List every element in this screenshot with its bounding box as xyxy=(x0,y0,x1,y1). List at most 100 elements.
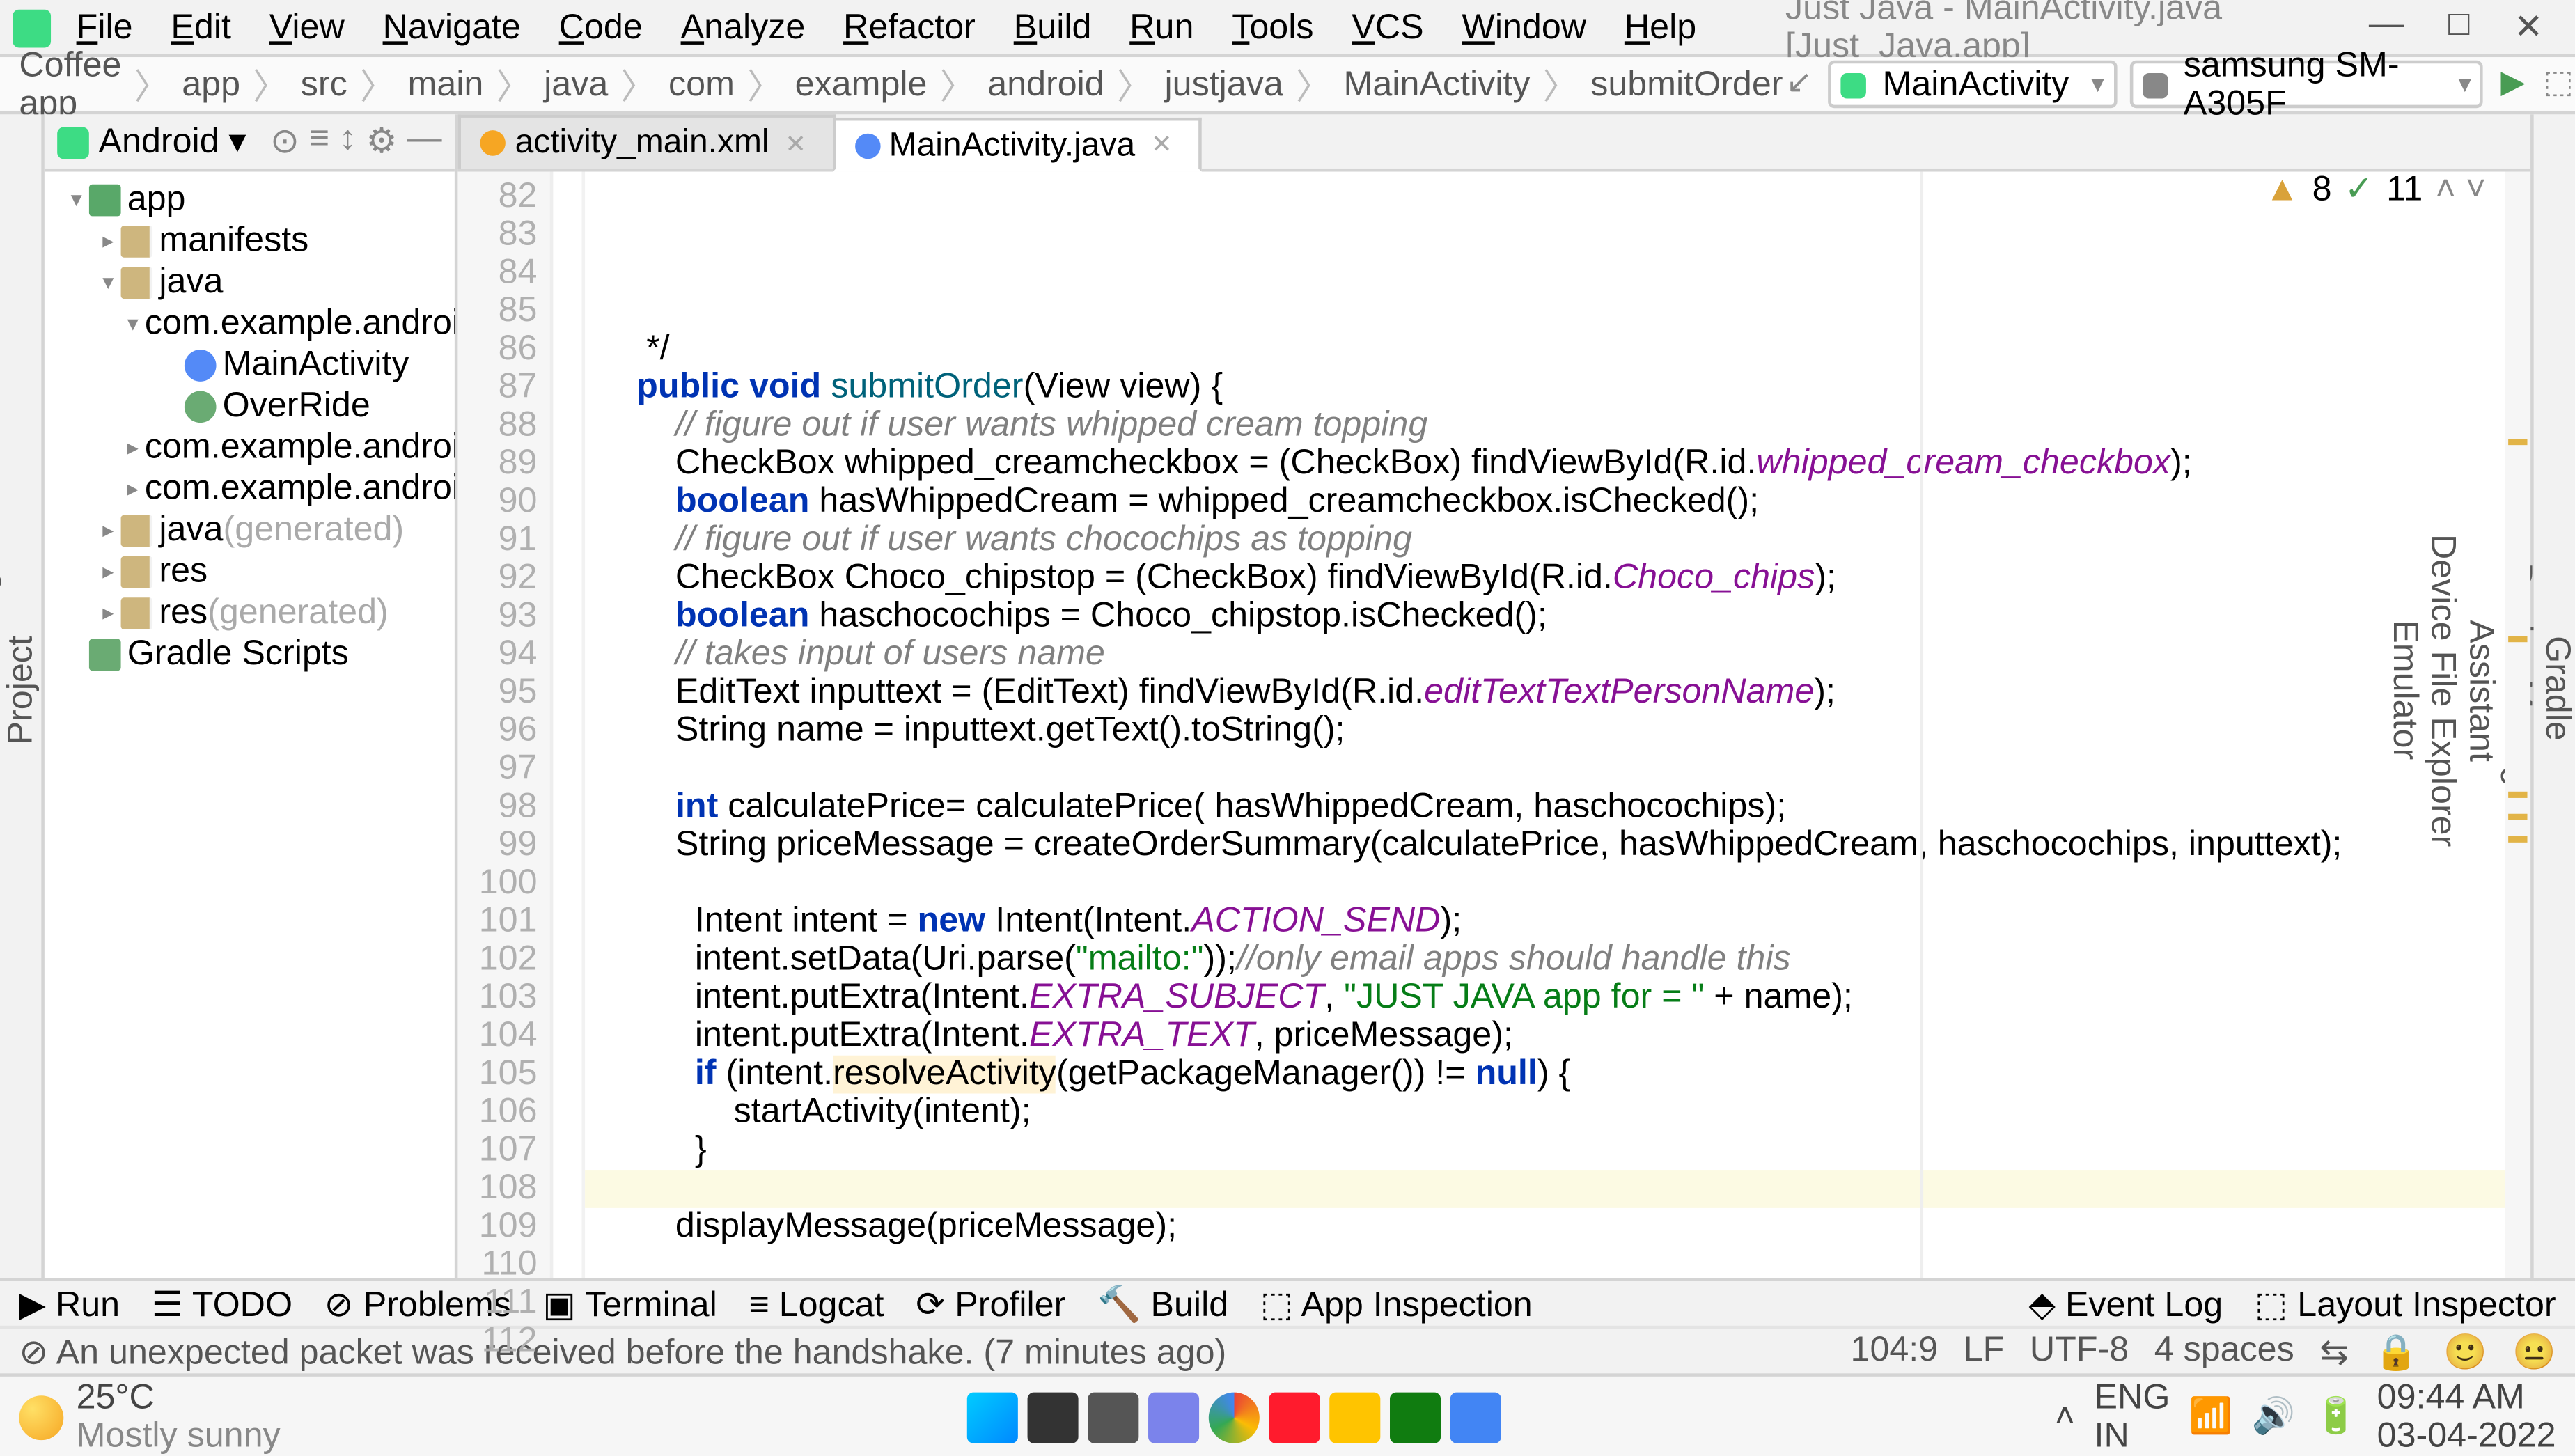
error-stripe[interactable] xyxy=(2505,172,2531,1278)
project-pane: Android ▾ ⊙ ≡ ↕ ⚙ — ▾app▸manifests▾java▾… xyxy=(45,114,458,1278)
menu-help[interactable]: Help xyxy=(1605,5,1715,49)
menu-code[interactable]: Code xyxy=(540,5,662,49)
close-icon[interactable]: ✕ xyxy=(2514,6,2543,47)
face-sad-icon[interactable]: 😐 xyxy=(2512,1331,2556,1372)
breadcrumb-item[interactable]: java xyxy=(544,65,608,104)
menu-run[interactable]: Run xyxy=(1111,5,1213,49)
opera-icon[interactable] xyxy=(1269,1391,1320,1441)
tree-node[interactable]: ▾app xyxy=(45,178,455,219)
resource-manager-tab[interactable]: Resource Manager xyxy=(0,541,3,838)
menu-view[interactable]: View xyxy=(250,5,363,49)
explorer-icon[interactable] xyxy=(1329,1391,1380,1441)
status-item[interactable]: 4 spaces xyxy=(2154,1332,2294,1370)
menu-navigate[interactable]: Navigate xyxy=(363,5,540,49)
tree-node[interactable]: Gradle Scripts xyxy=(45,633,455,674)
breadcrumb-item[interactable]: MainActivity xyxy=(1344,65,1531,104)
run-config-combo[interactable]: MainActivity xyxy=(1829,61,2117,108)
chat-icon[interactable] xyxy=(1148,1391,1199,1441)
tree-node[interactable]: ▾com.example.android.justjava xyxy=(45,302,455,343)
wifi-icon[interactable]: 📶 xyxy=(2189,1395,2233,1437)
tree-node[interactable]: ▸manifests xyxy=(45,219,455,260)
battery-icon[interactable]: 🔋 xyxy=(2315,1395,2358,1437)
code-area[interactable]: ▲8 ✓11 ˄ ˅ */ public void submitOrder(Vi… xyxy=(585,172,2505,1278)
project-tree[interactable]: ▾app▸manifests▾java▾com.example.android.… xyxy=(45,172,455,1278)
close-tab-icon[interactable]: ✕ xyxy=(1151,130,1173,159)
xbox-icon[interactable] xyxy=(1390,1391,1441,1441)
debug-icon[interactable]: ⬚ xyxy=(2542,63,2575,104)
lang-indicator[interactable]: ENGIN xyxy=(2095,1378,2170,1455)
breadcrumb[interactable]: Coffee app〉app〉src〉main〉java〉com〉example… xyxy=(19,46,1783,123)
gradle-tab[interactable]: Gradle xyxy=(2537,637,2575,742)
start-icon[interactable] xyxy=(967,1391,1018,1441)
menu-vcs[interactable]: VCS xyxy=(1333,5,1443,49)
collapse-icon[interactable]: ↕ xyxy=(339,120,357,162)
sync-icon[interactable]: ↙ xyxy=(1783,63,1816,104)
menu-analyze[interactable]: Analyze xyxy=(662,5,824,49)
editor-tab[interactable]: MainActivity.java✕ xyxy=(832,118,1201,172)
tree-node[interactable]: OverRide xyxy=(45,384,455,425)
breadcrumb-item[interactable]: main xyxy=(408,65,484,104)
menu-refactor[interactable]: Refactor xyxy=(824,5,995,49)
breadcrumb-item[interactable]: android xyxy=(987,65,1104,104)
menu-build[interactable]: Build xyxy=(994,5,1110,49)
status-item[interactable]: 104:9 xyxy=(1851,1332,1939,1370)
menu-file[interactable]: File xyxy=(57,5,152,49)
clock[interactable]: 09:44 AM03-04-2022 xyxy=(2377,1378,2556,1455)
fold-column[interactable] xyxy=(553,172,585,1278)
tree-node[interactable]: MainActivity xyxy=(45,343,455,384)
taskbar: 25°CMostly sunny ˄ ENGIN 📶 🔊 🔋 09:44 AM0… xyxy=(0,1373,2575,1456)
tree-node[interactable]: ▸res (generated) xyxy=(45,591,455,632)
tool-tab[interactable]: 🔨 Build xyxy=(1097,1286,1228,1324)
tree-node[interactable]: ▸res xyxy=(45,550,455,591)
tool-tab[interactable]: ☰ TODO xyxy=(152,1286,292,1324)
breadcrumb-item[interactable]: justjava xyxy=(1165,65,1283,104)
tool-tab[interactable]: ⬘ Event Log xyxy=(2028,1283,2223,1324)
run-button[interactable]: ▶ xyxy=(2497,63,2530,104)
menu-window[interactable]: Window xyxy=(1443,5,1605,49)
breadcrumb-item[interactable]: submitOrder xyxy=(1590,65,1783,104)
menu-edit[interactable]: Edit xyxy=(152,5,250,49)
editor-tab[interactable]: activity_main.xml✕ xyxy=(457,114,835,169)
tool-tab[interactable]: ≡ Logcat xyxy=(749,1286,884,1324)
status-item[interactable]: ⇆ xyxy=(2319,1331,2349,1372)
tool-tab[interactable]: ⬚ App Inspection xyxy=(1260,1286,1533,1324)
hide-icon[interactable]: — xyxy=(407,120,441,162)
maximize-icon[interactable]: □ xyxy=(2448,6,2469,47)
search-taskbar-icon[interactable] xyxy=(1028,1391,1079,1441)
tool-tab[interactable]: ⬚ Layout Inspector xyxy=(2255,1283,2556,1324)
chrome-icon[interactable] xyxy=(1209,1391,1260,1441)
minimize-icon[interactable]: — xyxy=(2369,6,2404,47)
taskview-icon[interactable] xyxy=(1088,1391,1138,1441)
tool-tab[interactable]: ▶ Run xyxy=(19,1286,120,1324)
studio-icon[interactable] xyxy=(1450,1391,1501,1441)
tree-node[interactable]: ▸com.example.android.justjava (a xyxy=(45,467,455,508)
breadcrumb-item[interactable]: com xyxy=(668,65,735,104)
status-message: ⊘ An unexpected packet was received befo… xyxy=(19,1331,1226,1372)
breadcrumb-item[interactable]: example xyxy=(795,65,928,104)
gutter[interactable]: 8283848586878889909192939495969798991001… xyxy=(457,172,553,1278)
breadcrumb-item[interactable]: src xyxy=(301,65,347,104)
locate-icon[interactable]: ⊙ xyxy=(270,120,299,162)
tool-tab[interactable]: ⟳ Profiler xyxy=(916,1286,1065,1324)
project-tool-tab[interactable]: Project xyxy=(3,636,42,744)
weather-widget[interactable]: 25°CMostly sunny xyxy=(19,1378,280,1455)
device-combo[interactable]: samsung SM-A305F xyxy=(2129,61,2484,108)
inspection-widget[interactable]: ▲8 ✓11 ˄ ˅ xyxy=(2265,172,2487,210)
tree-node[interactable]: ▸java (generated) xyxy=(45,508,455,549)
status-item[interactable]: LF xyxy=(1964,1332,2005,1370)
status-item[interactable]: 🔒 xyxy=(2374,1331,2418,1372)
face-ok-icon[interactable]: 🙂 xyxy=(2443,1331,2487,1372)
tool-tab[interactable]: ▣ Terminal xyxy=(542,1286,717,1324)
breadcrumb-item[interactable]: app xyxy=(182,65,240,104)
status-item[interactable]: UTF-8 xyxy=(2030,1332,2129,1370)
tray-chevron-icon[interactable]: ˄ xyxy=(2055,1398,2075,1436)
volume-icon[interactable]: 🔊 xyxy=(2252,1395,2296,1437)
tree-node[interactable]: ▾java xyxy=(45,260,455,302)
expand-icon[interactable]: ≡ xyxy=(309,120,329,162)
tree-node[interactable]: ▸com.example.android.justjava (a xyxy=(45,426,455,467)
close-tab-icon[interactable]: ✕ xyxy=(785,129,806,157)
gear-icon[interactable]: ⚙ xyxy=(366,120,398,162)
project-view-combo[interactable]: Android ▾ xyxy=(57,120,246,162)
menu-tools[interactable]: Tools xyxy=(1213,5,1333,49)
breadcrumb-item[interactable]: Coffee app xyxy=(19,46,121,123)
